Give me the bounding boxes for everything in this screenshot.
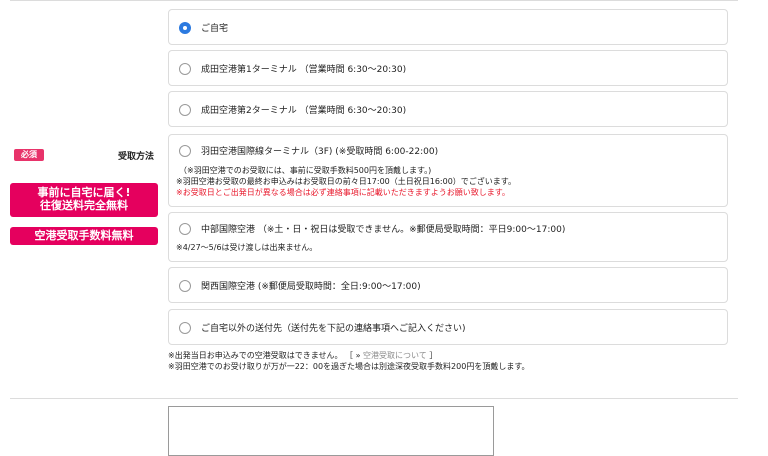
promo-airport-fee-banner: 空港受取手数料無料 (10, 227, 158, 245)
arrow-icon: » (355, 351, 361, 360)
promo-line-1: 事前に自宅に届く! (37, 186, 131, 199)
haneda-note-fee: （※羽田空港でのお受取には、事前に受取手数料500円を頂戴します。) (179, 166, 432, 175)
promo-line-2: 往復送料完全無料 (40, 199, 128, 212)
option-narita-t1-label: 成田空港第1ターミナル （営業時間 6:30〜20:30) (201, 65, 407, 75)
required-badge: 必須 (14, 149, 44, 161)
chubu-note: ※4/27〜5/6は受け渡しは出来ません。 (176, 243, 318, 252)
footnote-bracket-close: ］ (429, 351, 438, 360)
promo-free-shipping-banner: 事前に自宅に届く! 往復送料完全無料 (10, 183, 158, 217)
option-chubu-label: 中部国際空港 （※土・日・祝日は受取できません。※郵便局受取時間：平日9:00〜… (201, 225, 566, 235)
radio-home[interactable] (179, 22, 191, 34)
option-home-label: ご自宅 (201, 24, 229, 34)
footnote-line-2: ※羽田空港でのお受け取りが万が一22：00を過ぎた場合は別途深夜受取手数料200… (168, 362, 530, 371)
radio-kansai[interactable] (179, 280, 191, 292)
option-haneda[interactable]: 羽田空港国際線ターミナル（3F) (※受取時間 6:00-22:00) （※羽田… (168, 134, 728, 207)
option-narita-t2-label: 成田空港第2ターミナル （営業時間 6:30〜20:30) (201, 106, 407, 116)
option-haneda-label: 羽田空港国際線ターミナル（3F) (※受取時間 6:00-22:00) (201, 147, 439, 157)
contact-notes-textarea[interactable] (168, 406, 494, 456)
section-divider (10, 398, 738, 399)
option-kansai-label: 関西国際空港 (※郵便局受取時間：全日:9:00〜17:00) (201, 282, 421, 292)
radio-narita-t1[interactable] (179, 63, 191, 75)
footnote-text: ※出発当日お申込みでの空港受取はできません。 ［ (168, 351, 354, 360)
radio-narita-t2[interactable] (179, 104, 191, 116)
radio-haneda[interactable] (179, 145, 191, 157)
option-other-address[interactable]: ご自宅以外の送付先（送付先を下記の連絡事項へご記入ください) (168, 309, 728, 345)
footnote-line-1: ※出発当日お申込みでの空港受取はできません。 ［ » 空港受取について ］ (168, 351, 437, 361)
radio-chubu[interactable] (179, 223, 191, 235)
option-home[interactable]: ご自宅 (168, 9, 728, 45)
option-other-address-label: ご自宅以外の送付先（送付先を下記の連絡事項へご記入ください) (201, 324, 466, 334)
option-kansai[interactable]: 関西国際空港 (※郵便局受取時間：全日:9:00〜17:00) (168, 267, 728, 303)
field-label-column: 必須 受取方法 事前に自宅に届く! 往復送料完全無料 空港受取手数料無料 (0, 0, 168, 398)
option-narita-t2[interactable]: 成田空港第2ターミナル （営業時間 6:30〜20:30) (168, 91, 728, 127)
option-chubu[interactable]: 中部国際空港 （※土・日・祝日は受取できません。※郵便局受取時間：平日9:00〜… (168, 212, 728, 262)
field-label: 受取方法 (118, 152, 155, 162)
haneda-note-deadline: ※羽田空港お受取の最終お申込みはお受取日の前々日17:00（土日祝日16:00）… (176, 177, 517, 186)
option-narita-t1[interactable]: 成田空港第1ターミナル （営業時間 6:30〜20:30) (168, 50, 728, 86)
haneda-note-warning: ※お受取日とご出発日が異なる場合は必ず連絡事項に記載いただきますようお願い致しま… (176, 188, 510, 197)
radio-other-address[interactable] (179, 322, 191, 334)
airport-pickup-info-link[interactable]: 空港受取について (363, 351, 427, 360)
